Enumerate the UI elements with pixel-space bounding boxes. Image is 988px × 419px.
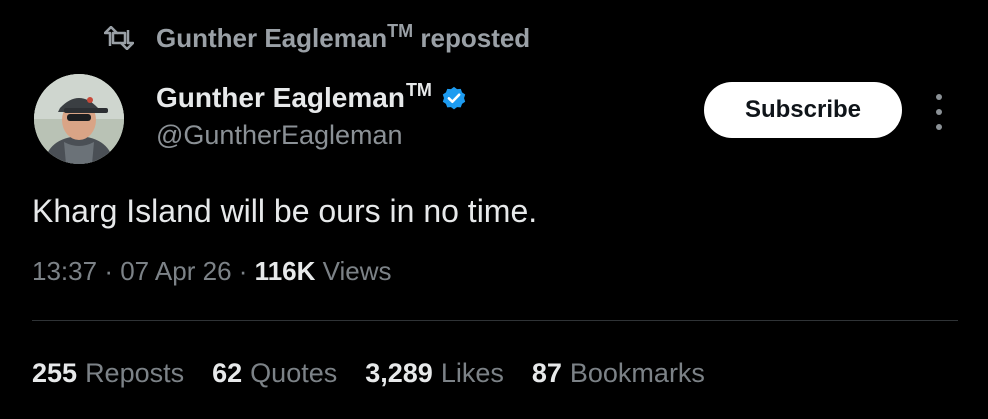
repost-author-name: Gunther Eagleman [156, 22, 388, 53]
stat-label: Quotes [250, 358, 338, 388]
author-name-row[interactable]: Gunther Eagleman TM [156, 79, 468, 114]
views-count: 116K [254, 256, 316, 286]
divider [32, 320, 958, 321]
repost-indicator[interactable]: Gunther Eagleman TM reposted [104, 20, 531, 54]
tweet-text: Kharg Island will be ours in no time. [32, 193, 538, 229]
engagement-stats: 255 Reposts 62 Quotes 3,289 Likes 87 Bookmar… [32, 358, 705, 389]
stat-count: 255 [32, 358, 78, 388]
post-card: Gunther Eagleman TM reposted Gunther Eagl… [0, 0, 988, 419]
author-name: Gunther Eagleman [156, 82, 405, 113]
tweet-date[interactable]: 07 Apr 26 [120, 256, 231, 286]
repost-suffix: reposted [420, 22, 531, 53]
stat-count: 62 [212, 358, 243, 388]
stat-quotes[interactable]: 62 Quotes [212, 358, 337, 389]
stat-count: 3,289 [365, 358, 433, 388]
subscribe-button[interactable]: Subscribe [704, 82, 902, 138]
meta-separator: · [104, 256, 113, 286]
author-name-tm: TM [405, 79, 432, 100]
avatar-image [34, 74, 124, 164]
repost-author-tm: TM [387, 20, 414, 41]
avatar[interactable] [34, 74, 124, 164]
author-handle[interactable]: @GuntherEagleman [156, 120, 403, 151]
more-dot [936, 109, 942, 115]
stat-reposts[interactable]: 255 Reposts [32, 358, 184, 389]
stat-likes[interactable]: 3,289 Likes [365, 358, 504, 389]
stat-label: Reposts [85, 358, 185, 388]
verified-badge-icon [440, 84, 468, 112]
stat-label: Bookmarks [569, 358, 705, 388]
views-label: Views [322, 256, 392, 286]
stat-bookmarks[interactable]: 87 Bookmarks [532, 358, 705, 389]
more-vertical-icon[interactable] [930, 94, 948, 130]
more-dot [936, 94, 942, 100]
repost-icon [104, 26, 134, 50]
stat-label: Likes [440, 358, 504, 388]
tweet-meta: 13:37 · 07 Apr 26 · 116K Views [32, 256, 392, 287]
tweet-time[interactable]: 13:37 [32, 256, 97, 286]
more-dot [936, 124, 942, 130]
stat-count: 87 [531, 358, 562, 388]
meta-separator: · [238, 256, 248, 286]
